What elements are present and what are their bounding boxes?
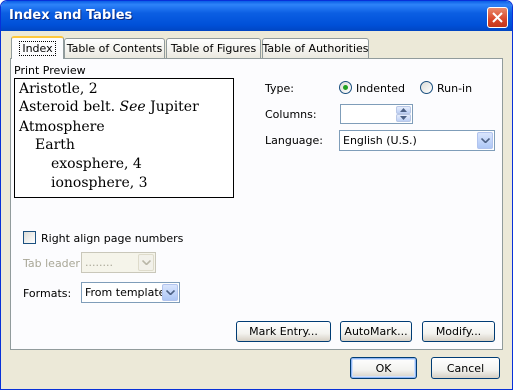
preview-line-text: Asteroid belt. xyxy=(19,99,116,115)
formats-dropdown[interactable]: From template xyxy=(81,282,180,303)
arrow-down-icon xyxy=(400,116,407,120)
formats-value: From template xyxy=(85,286,166,299)
close-button[interactable] xyxy=(487,7,508,28)
tab-index-label: Index xyxy=(19,41,56,56)
preview-line: ionosphere, 3 xyxy=(51,175,148,191)
tab-table-of-authorities-label: Table of Authorities xyxy=(262,42,369,55)
run-in-radio[interactable] xyxy=(420,81,433,94)
language-dropdown-button[interactable] xyxy=(477,132,493,149)
right-align-label[interactable]: Right align page numbers xyxy=(41,232,183,245)
preview-line: Earth xyxy=(35,137,75,153)
columns-label: Columns: xyxy=(265,108,317,121)
cancel-button[interactable]: Cancel xyxy=(431,357,500,379)
window-title: Index and Tables xyxy=(9,8,133,23)
tab-table-of-figures-label: Table of Figures xyxy=(170,42,257,55)
print-preview-label: Print Preview xyxy=(14,64,86,77)
columns-spin-buttons xyxy=(396,106,411,122)
tab-table-of-authorities[interactable]: Table of Authorities xyxy=(262,38,369,58)
mark-entry-button[interactable]: Mark Entry... xyxy=(236,321,331,342)
type-label: Type: xyxy=(265,82,294,95)
indented-radio-label[interactable]: Indented xyxy=(356,82,405,95)
preview-line: Atmosphere xyxy=(19,119,105,135)
language-label: Language: xyxy=(265,134,323,147)
formats-dropdown-button[interactable] xyxy=(162,284,178,301)
automark-button[interactable]: AutoMark... xyxy=(340,321,412,342)
tab-table-of-contents-label: Table of Contents xyxy=(66,42,163,55)
formats-label: Formats: xyxy=(23,287,72,300)
tab-leader-label: Tab leader: xyxy=(23,257,84,270)
tab-table-of-figures[interactable]: Table of Figures xyxy=(166,38,261,58)
spin-down-button[interactable] xyxy=(396,114,411,122)
chevron-down-icon xyxy=(165,290,175,295)
print-preview-box: Aristotle, 2 Asteroid belt. See Jupiter … xyxy=(14,78,234,198)
indented-radio[interactable] xyxy=(339,81,352,94)
ok-button[interactable]: OK xyxy=(350,357,417,379)
preview-line: Asteroid belt. See Jupiter xyxy=(19,98,199,116)
arrow-up-icon xyxy=(400,108,407,112)
spin-up-button[interactable] xyxy=(396,106,411,114)
title-bar[interactable]: Index and Tables xyxy=(1,1,512,31)
tab-table-of-contents[interactable]: Table of Contents xyxy=(64,38,165,58)
radio-selected-dot xyxy=(343,85,348,90)
preview-line-text: Jupiter xyxy=(150,99,199,115)
chevron-down-icon xyxy=(141,260,151,265)
language-dropdown[interactable]: English (U.S.) xyxy=(339,130,495,151)
tab-leader-value: ........ xyxy=(85,256,113,269)
language-value: English (U.S.) xyxy=(343,134,417,147)
preview-line: Aristotle, 2 xyxy=(19,81,98,97)
modify-button[interactable]: Modify... xyxy=(422,321,495,342)
preview-line: exosphere, 4 xyxy=(51,156,142,172)
tab-index[interactable]: Index xyxy=(11,36,64,59)
run-in-radio-label[interactable]: Run-in xyxy=(437,82,472,95)
chevron-down-icon xyxy=(480,138,490,143)
close-icon xyxy=(492,12,503,23)
tab-leader-dropdown-button[interactable] xyxy=(138,254,154,271)
columns-spinner[interactable] xyxy=(340,104,413,124)
right-align-checkbox[interactable] xyxy=(23,231,36,244)
preview-see-text: See xyxy=(119,99,146,115)
tab-leader-dropdown[interactable]: ........ xyxy=(81,252,156,273)
